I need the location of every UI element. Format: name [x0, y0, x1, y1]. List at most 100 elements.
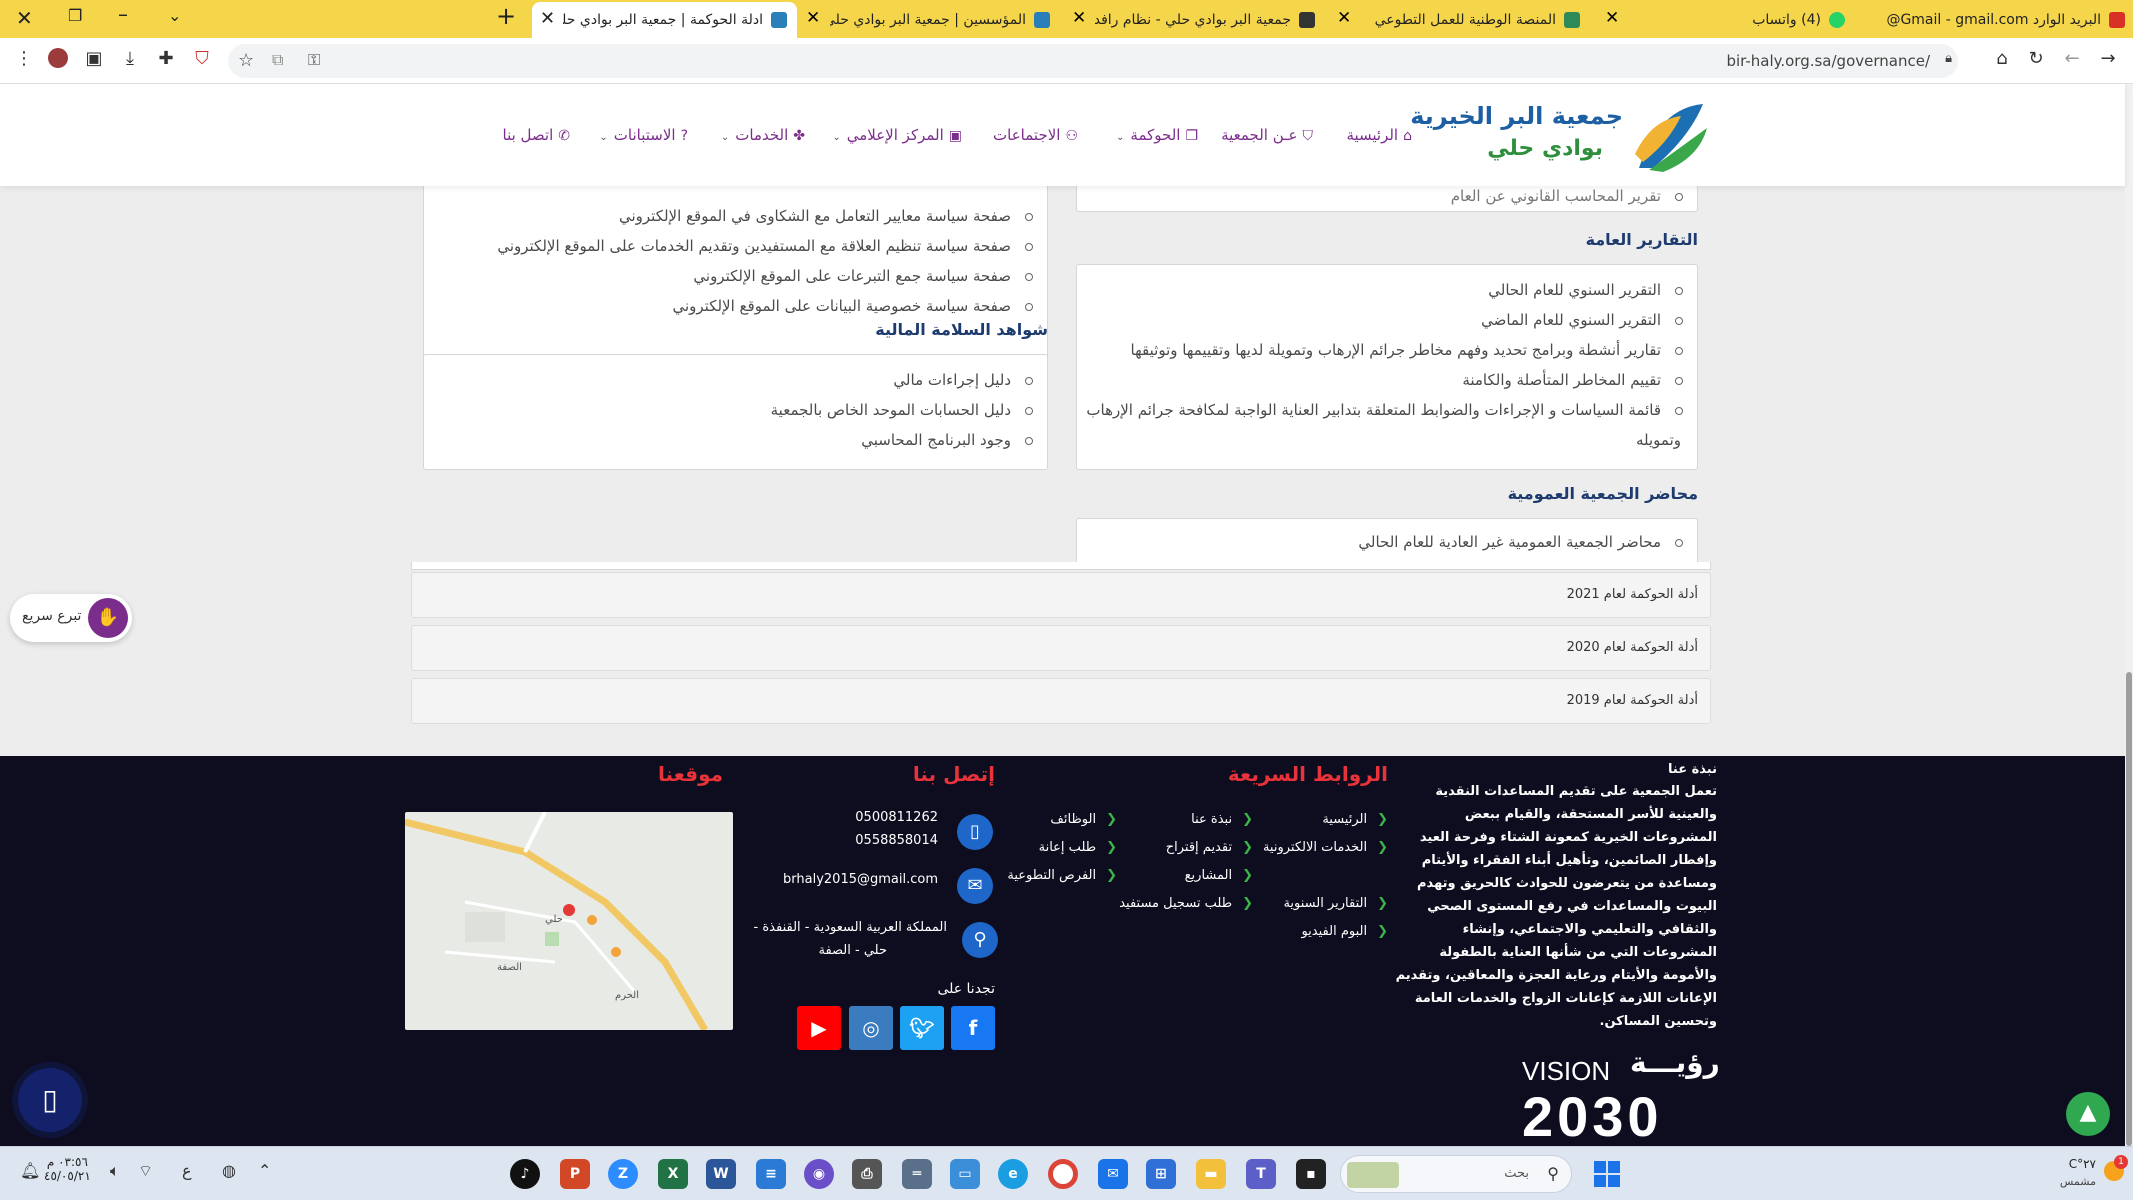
instagram-button[interactable]: ◎ — [849, 1006, 893, 1050]
browser-tab-active[interactable]: ادلة الحوكمة | جمعية البر بوادي حلي ✕ — [532, 2, 797, 38]
home-button-icon[interactable]: ⌂ — [1990, 48, 2014, 69]
lock-icon[interactable]: 🔒︎ — [1945, 51, 1952, 66]
list-item[interactable]: صفحة سياسة تنظيم العلاقة مع المستفيدين و… — [497, 237, 1033, 255]
list-item[interactable]: تقييم المخاطر المتأصلة والكامنة — [1462, 371, 1683, 389]
list-item[interactable]: تقارير أنشطة وبرامج تحديد وفهم مخاطر جرا… — [1131, 341, 1683, 359]
start-button[interactable] — [1594, 1161, 1620, 1187]
powerpoint-icon[interactable]: P — [560, 1159, 590, 1189]
printer-icon[interactable]: ⎙ — [852, 1159, 882, 1189]
accordion-2021[interactable]: أدلة الحوكمة لعام 2021 — [411, 572, 1711, 618]
url-text[interactable]: bir-haly.org.sa/governance/ — [1726, 52, 1930, 70]
wifi-icon[interactable]: ⌔ — [138, 1161, 153, 1181]
notepad-icon[interactable]: ≡ — [756, 1159, 786, 1189]
extensions-icon[interactable]: ✚ — [154, 48, 178, 69]
phone-number[interactable]: 0500811262 — [855, 806, 938, 829]
back-icon[interactable]: ← — [2060, 48, 2084, 69]
list-item[interactable]: تقرير المحاسب القانوني عن العام — [1451, 187, 1683, 205]
weather-widget[interactable]: 1 ٢٧°C مشمس — [2042, 1155, 2128, 1193]
mail-icon[interactable]: ✉ — [1098, 1159, 1128, 1189]
close-tab-icon[interactable]: ✕ — [1072, 8, 1086, 28]
list-item[interactable]: دليل الحسابات الموحد الخاص بالجمعية — [771, 401, 1033, 419]
app-icon[interactable]: ═ — [902, 1159, 932, 1189]
browser-tab[interactable]: المنصة الوطنية للعمل التطوعي — [1365, 4, 1580, 36]
volume-icon[interactable]: 🔈︎ — [110, 1161, 120, 1181]
twitter-button[interactable]: 🐦︎ — [900, 1006, 944, 1050]
list-item[interactable]: محاضر الجمعية العمومية غير العادية للعام… — [1358, 533, 1683, 551]
address-bar[interactable]: ☆ ⧉ ⚿ bir-haly.org.sa/governance/ 🔒︎ — [228, 44, 1958, 78]
list-item[interactable]: قائمة السياسات و الإجراءات والضوابط المت… — [1086, 401, 1683, 419]
list-item[interactable]: وجود البرنامج المحاسبي — [861, 431, 1033, 449]
quick-link[interactable]: ❮ الرئيسية — [1322, 812, 1388, 827]
quick-link[interactable]: ❮ الوظائف — [1050, 812, 1117, 827]
list-item[interactable]: صفحة سياسة خصوصية البيانات على الموقع ال… — [672, 297, 1033, 315]
chevron-up-icon[interactable]: ⌃ — [258, 1161, 271, 1180]
download-icon[interactable]: ⤓ — [118, 48, 142, 69]
phone-numbers[interactable]: 0500811262 0558858014 — [855, 806, 938, 852]
quick-link[interactable]: ❮ الفرص التطوعية — [1007, 868, 1117, 883]
quick-link[interactable]: ❮ البوم الفيديو — [1301, 924, 1388, 939]
tab-search-icon[interactable]: ⌄ — [168, 6, 181, 25]
nav-item-media-center[interactable]: ▣المركز الإعلامي ⌄ — [832, 126, 962, 144]
nav-item-surveys[interactable]: ?الاستبانات ⌄ — [599, 126, 688, 144]
menu-icon[interactable]: ⋮ — [12, 48, 36, 69]
network-status-icon[interactable]: ◍ — [222, 1161, 236, 1180]
browser-tab[interactable]: (4) واتساب — [1685, 4, 1845, 36]
edge-icon[interactable]: e — [998, 1159, 1028, 1189]
quick-link[interactable]: ❮ الخدمات الالكترونية — [1263, 840, 1388, 855]
clock[interactable]: ٠٣:٥٦ م ٤٥/٠٥/٢١ — [44, 1155, 91, 1183]
quick-link[interactable]: ❮ تقديم إقتراح — [1166, 840, 1253, 855]
close-tab-icon[interactable]: ✕ — [1605, 8, 1619, 28]
share-icon[interactable]: ⧉ — [272, 50, 283, 70]
language-indicator[interactable]: ع — [182, 1161, 192, 1180]
quick-donate-button[interactable]: ✋ تبرع سريع — [10, 594, 132, 642]
list-item-wrap[interactable]: وتمويله — [1636, 431, 1681, 449]
facebook-button[interactable]: f — [951, 1006, 995, 1050]
accordion-2019[interactable]: أدلة الحوكمة لعام 2019 — [411, 678, 1711, 724]
back-to-top-button[interactable]: ▲ — [2066, 1092, 2110, 1136]
browser-tab[interactable]: المؤسسين | جمعية البر بوادي حلي — [830, 4, 1050, 36]
tiktok-icon[interactable]: ♪ — [510, 1159, 540, 1189]
list-item[interactable]: دليل إجراءات مالي — [893, 371, 1033, 389]
site-logo[interactable]: جمعية البر الخيرية بوادي حلي — [1410, 94, 1715, 176]
location-map[interactable]: حلي الصفة الحرم — [405, 812, 733, 1030]
email-text[interactable]: brhaly2015@gmail.com — [783, 868, 938, 891]
notification-bell-icon[interactable]: 🔔︎ — [20, 1161, 40, 1180]
sidebar-icon[interactable]: ▣ — [82, 48, 106, 69]
desktop-icon[interactable]: ▭ — [950, 1159, 980, 1189]
list-item[interactable]: التقرير السنوي للعام الماضي — [1481, 311, 1683, 329]
scrollbar-thumb[interactable] — [2126, 672, 2132, 1146]
app-icon[interactable]: ▪ — [1296, 1159, 1326, 1189]
quick-link[interactable]: ❮ طلب إعانة — [1039, 840, 1117, 855]
file-explorer-icon[interactable]: ▬ — [1196, 1159, 1226, 1189]
nav-item-contact[interactable]: ✆اتصل بنا — [503, 126, 570, 144]
restore-window-icon[interactable]: ❐ — [68, 6, 82, 25]
close-tab-icon[interactable]: ✕ — [1337, 8, 1351, 28]
close-tab-icon[interactable]: ✕ — [540, 8, 555, 29]
store-icon[interactable]: ⊞ — [1146, 1159, 1176, 1189]
nav-item-services[interactable]: ✤الخدمات ⌄ — [721, 126, 805, 144]
nav-item-meetings[interactable]: ⚇الاجتماعات — [993, 126, 1078, 144]
password-key-icon[interactable]: ⚿ — [308, 50, 320, 70]
close-tab-icon[interactable]: ✕ — [806, 8, 820, 28]
new-tab-button[interactable]: + — [496, 2, 516, 30]
shield-extension-icon[interactable]: ⛉ — [190, 48, 214, 69]
quick-link[interactable]: ❮ نبذة عنا — [1191, 812, 1253, 827]
browser-tab[interactable]: جمعية البر بوادي حلي - نظام رافد — [1095, 4, 1315, 36]
phone-number[interactable]: 0558858014 — [855, 829, 938, 852]
word-icon[interactable]: W — [706, 1159, 736, 1189]
nav-item-home[interactable]: ⌂الرئيسية — [1346, 126, 1412, 144]
bookmark-star-icon[interactable]: ☆ — [238, 50, 254, 71]
list-item[interactable]: صفحة سياسة جمع التبرعات على الموقع الإلك… — [693, 267, 1033, 285]
chrome-icon[interactable] — [1048, 1159, 1078, 1189]
quick-link[interactable]: ❮ التقارير السنوية — [1283, 896, 1388, 911]
taskbar-search[interactable]: ⚲ بحث — [1340, 1155, 1572, 1193]
browser-tab[interactable]: البريد الوارد Gmail - gmail.com@ — [1855, 4, 2125, 36]
list-item[interactable]: صفحة سياسة معايير التعامل مع الشكاوى في … — [619, 207, 1033, 225]
page-scrollbar[interactable] — [2125, 84, 2133, 1146]
mobile-app-button[interactable]: ▯ — [18, 1068, 82, 1132]
youtube-button[interactable]: ▶ — [797, 1006, 841, 1050]
reload-icon[interactable]: ↻ — [2024, 48, 2048, 69]
list-item[interactable]: التقرير السنوي للعام الحالي — [1488, 281, 1683, 299]
forward-icon[interactable]: → — [2096, 48, 2120, 69]
quick-link[interactable]: ❮ المشاريع — [1185, 868, 1253, 883]
